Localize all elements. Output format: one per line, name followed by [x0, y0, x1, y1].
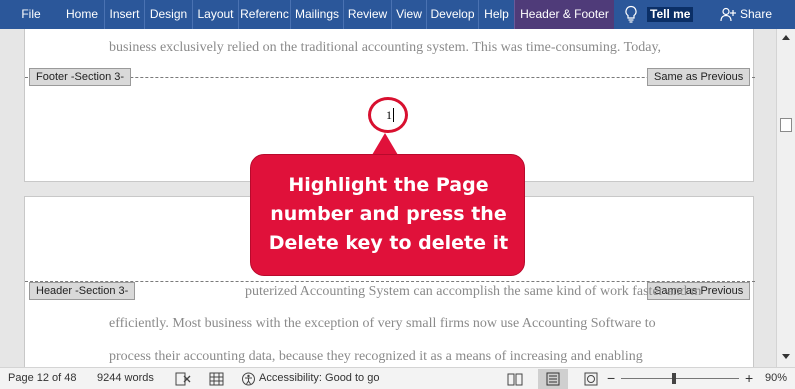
scrollbar-thumb[interactable] [780, 118, 792, 132]
tab-insert[interactable]: Insert [104, 0, 144, 29]
word-count[interactable]: 9244 words [97, 368, 154, 389]
document-workspace[interactable]: business exclusively relied on the tradi… [0, 29, 776, 367]
callout-line: Highlight the Page [288, 174, 489, 196]
tab-layout[interactable]: Layout [192, 0, 238, 29]
proofing-icon[interactable] [175, 372, 191, 386]
accessibility-icon[interactable] [241, 372, 256, 386]
callout-line: number and press the [270, 203, 507, 225]
footer-section-tag: Footer -Section 3- [29, 68, 132, 86]
body-text-line[interactable]: efficiently. Most business with the exce… [109, 316, 656, 332]
footer-page-number[interactable]: 1 [386, 108, 392, 123]
instruction-callout: Highlight the Page number and press the … [250, 154, 525, 276]
zoom-out-button[interactable]: − [607, 368, 615, 389]
macro-icon[interactable] [209, 372, 224, 386]
tab-references[interactable]: Referenc [238, 0, 290, 29]
page-count[interactable]: Page 12 of 48 [8, 368, 77, 389]
callout-pointer [372, 133, 398, 155]
body-text-line[interactable]: process their accounting data, because t… [109, 349, 643, 365]
zoom-in-button[interactable]: + [745, 368, 753, 389]
callout-line: Delete key to delete it [268, 232, 509, 254]
tab-view[interactable]: View [391, 0, 426, 29]
tab-home[interactable]: Home [60, 0, 104, 29]
lightbulb-icon[interactable] [624, 5, 638, 24]
accessibility-status[interactable]: Accessibility: Good to go [259, 368, 379, 389]
tab-file[interactable]: File [12, 0, 50, 29]
tab-review[interactable]: Review [343, 0, 391, 29]
read-mode-icon[interactable] [507, 372, 523, 386]
body-text-line[interactable]: business exclusively relied on the tradi… [109, 40, 661, 56]
body-text-line[interactable]: puterized Accounting System can accompli… [245, 284, 701, 300]
zoom-slider-track[interactable] [621, 378, 739, 379]
callout-text: Highlight the Page number and press the … [251, 171, 526, 258]
scroll-up-icon[interactable] [781, 33, 791, 43]
header-section-tag: Header -Section 3- [29, 282, 136, 300]
tab-developer[interactable]: Develop [426, 0, 478, 29]
share-label: Share [740, 7, 773, 21]
web-layout-icon[interactable] [584, 372, 598, 386]
print-layout-icon[interactable] [546, 372, 560, 386]
share-person-icon [720, 7, 736, 22]
scroll-down-icon[interactable] [781, 351, 791, 361]
ribbon-tab-bar: File Home Insert Design Layout Referenc … [0, 0, 795, 29]
tab-mailings[interactable]: Mailings [290, 0, 343, 29]
zoom-level[interactable]: 90% [765, 368, 787, 389]
vertical-scrollbar[interactable] [776, 29, 795, 367]
footer-boundary [25, 77, 755, 78]
same-as-previous-tag[interactable]: Same as Previous [647, 68, 751, 86]
zoom-slider-thumb[interactable] [672, 373, 676, 384]
tell-me-search[interactable]: Tell me [647, 7, 694, 22]
text-cursor [393, 108, 394, 122]
status-bar: Page 12 of 48 9244 words Accessibility: … [0, 367, 795, 389]
tab-help[interactable]: Help [478, 0, 514, 29]
tab-design[interactable]: Design [144, 0, 192, 29]
tab-header-footer[interactable]: Header & Footer [514, 0, 614, 29]
